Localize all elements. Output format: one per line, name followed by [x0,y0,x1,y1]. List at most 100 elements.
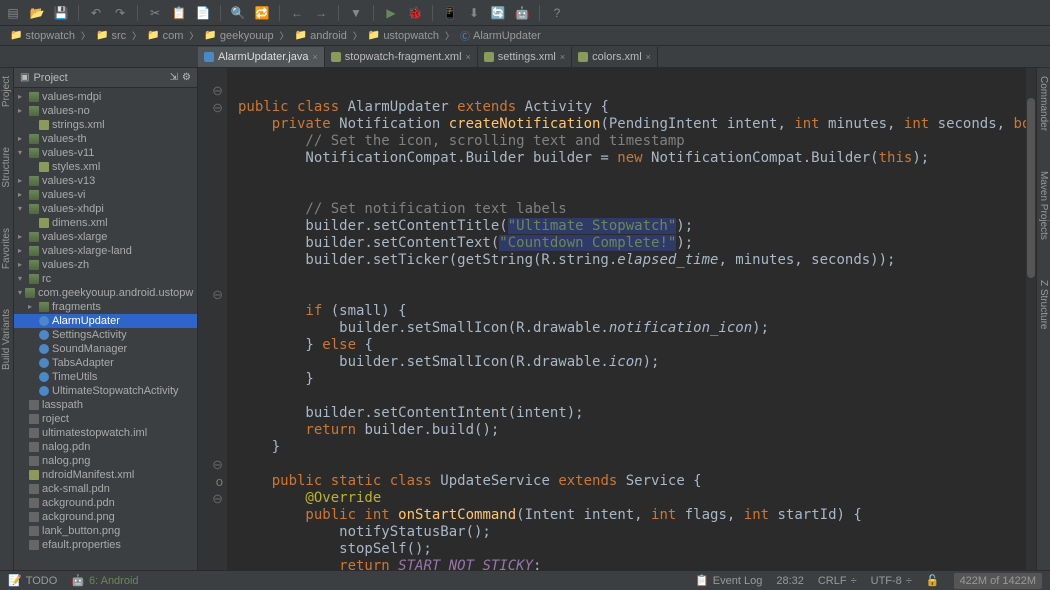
vtab-structure[interactable]: Structure [1,147,12,188]
run-icon[interactable]: ▶ [382,4,400,22]
crumb-com[interactable]: 📁com [143,29,187,43]
sdk-icon[interactable]: ⬇ [465,4,483,22]
tree-node[interactable]: ackground.png [14,510,197,524]
tree-node[interactable]: ▸values-no [14,104,197,118]
android-icon[interactable]: 🤖 [513,4,531,22]
tab-alarmupdater[interactable]: AlarmUpdater.java× [198,47,325,67]
close-icon[interactable]: × [466,52,471,62]
crumb-class[interactable]: ⒸAlarmUpdater [456,27,545,44]
vtab-commander[interactable]: Commander [1038,76,1049,131]
tree-node[interactable]: ▾rc [14,272,197,286]
android-button[interactable]: 🤖 6: Android [71,574,138,587]
tree-node[interactable]: ▸values-v13 [14,174,197,188]
event-log-button[interactable]: 📋 Event Log [695,574,762,587]
code-content[interactable]: public class AlarmUpdater extends Activi… [228,68,1036,570]
crumb-ustopwatch[interactable]: 📁ustopwatch [364,29,443,43]
vtab-favorites[interactable]: Favorites [1,228,12,269]
tree-node[interactable]: roject [14,412,197,426]
tree-node[interactable]: TimeUtils [14,370,197,384]
redo-icon[interactable]: ↷ [111,4,129,22]
tree-node[interactable]: dimens.xml [14,216,197,230]
cursor-position[interactable]: 28:32 [776,575,804,587]
vtab-zstructure[interactable]: Z Structure [1038,280,1049,329]
line-sep[interactable]: CRLF ÷ [818,575,857,587]
back-icon[interactable]: ← [288,4,306,22]
vertical-scrollbar[interactable] [1026,68,1036,570]
tree-node[interactable]: AlarmUpdater [14,314,197,328]
vtab-build-variants[interactable]: Build Variants [1,309,12,370]
tree-node[interactable]: ▸fragments [14,300,197,314]
tree-node[interactable]: ▸values-xlarge-land [14,244,197,258]
tree-node[interactable]: UltimateStopwatchActivity [14,384,197,398]
new-file-icon[interactable]: ▤ [4,4,22,22]
crumb-src[interactable]: 📁src [92,29,130,43]
tree-node[interactable]: ndroidManifest.xml [14,468,197,482]
tree-node[interactable]: ▸values-th [14,132,197,146]
tab-colors[interactable]: colors.xml× [572,47,658,67]
memory-indicator[interactable]: 422M of 1422M [954,573,1042,589]
project-panel: ▣Project ⇲ ⚙ ▸values-mdpi▸values-nostrin… [14,68,198,570]
tree-node[interactable]: strings.xml [14,118,197,132]
gutter: ⊖ ⊖ ⊖ ⊖ o ⊖ [198,68,228,570]
gear-icon[interactable]: ⚙ [182,72,191,83]
crumb-android[interactable]: 📁android [291,29,351,43]
project-tree[interactable]: ▸values-mdpi▸values-nostrings.xml▸values… [14,88,197,568]
avd-icon[interactable]: 📱 [441,4,459,22]
code-editor[interactable]: ⊖ ⊖ ⊖ ⊖ o ⊖ public class AlarmUpdater ex… [198,68,1036,570]
forward-icon[interactable]: → [312,4,330,22]
tree-node[interactable]: ▾com.geekyouup.android.ustopw [14,286,197,300]
save-icon[interactable]: 💾 [52,4,70,22]
open-icon[interactable]: 📂 [28,4,46,22]
close-icon[interactable]: × [646,52,651,62]
undo-icon[interactable]: ↶ [87,4,105,22]
cut-icon[interactable]: ✂ [146,4,164,22]
tree-node[interactable]: SoundManager [14,342,197,356]
todo-button[interactable]: 📝 TODO [8,574,57,587]
crumb-geekyouup[interactable]: 📁geekyouup [200,29,277,43]
tree-node[interactable]: ackground.pdn [14,496,197,510]
vtab-maven[interactable]: Maven Projects [1038,171,1049,240]
fold-icon[interactable]: ⊖ [198,286,227,303]
tree-node[interactable]: SettingsActivity [14,328,197,342]
tree-node[interactable]: nalog.pdn [14,440,197,454]
tree-node[interactable]: lank_button.png [14,524,197,538]
lock-icon[interactable]: 🔓 [926,574,940,587]
tree-node[interactable]: ultimatestopwatch.iml [14,426,197,440]
paste-icon[interactable]: 📄 [194,4,212,22]
find-icon[interactable]: 🔍 [229,4,247,22]
fold-icon[interactable]: ⊖ [198,490,227,507]
debug-icon[interactable]: 🐞 [406,4,424,22]
tree-node[interactable]: lasspath [14,398,197,412]
tree-node[interactable]: ▾values-xhdpi [14,202,197,216]
tree-node[interactable]: ▸values-vi [14,188,197,202]
project-panel-header[interactable]: ▣Project ⇲ ⚙ [14,68,197,88]
tree-node[interactable]: ack-small.pdn [14,482,197,496]
replace-icon[interactable]: 🔁 [253,4,271,22]
tab-settings[interactable]: settings.xml× [478,47,572,67]
override-icon[interactable]: o [198,473,227,490]
tree-node[interactable]: ▸values-xlarge [14,230,197,244]
collapse-icon[interactable]: ⇲ [170,72,178,83]
fold-icon[interactable]: ⊖ [198,456,227,473]
build-icon[interactable]: ▼ [347,4,365,22]
tree-node[interactable]: ▸values-mdpi [14,90,197,104]
copy-icon[interactable]: 📋 [170,4,188,22]
tree-node[interactable]: nalog.png [14,454,197,468]
scrollbar-thumb[interactable] [1027,98,1035,278]
help-icon[interactable]: ? [548,4,566,22]
vtab-project[interactable]: Project [1,76,12,107]
close-icon[interactable]: × [560,52,565,62]
tab-stopwatch-fragment[interactable]: stopwatch-fragment.xml× [325,47,478,67]
sync-icon[interactable]: 🔄 [489,4,507,22]
tree-node[interactable]: styles.xml [14,160,197,174]
fold-icon[interactable]: ⊖ [198,82,227,99]
encoding[interactable]: UTF-8 ÷ [871,575,912,587]
fold-icon[interactable]: ⊖ [198,99,227,116]
tree-node[interactable]: TabsAdapter [14,356,197,370]
crumb-project[interactable]: 📁stopwatch [6,29,79,43]
tree-node[interactable]: ▾values-v11 [14,146,197,160]
tree-node[interactable]: ▸values-zh [14,258,197,272]
close-icon[interactable]: × [313,52,318,62]
status-bar: 📝 TODO 🤖 6: Android 📋 Event Log 28:32 CR… [0,570,1050,590]
tree-node[interactable]: efault.properties [14,538,197,552]
